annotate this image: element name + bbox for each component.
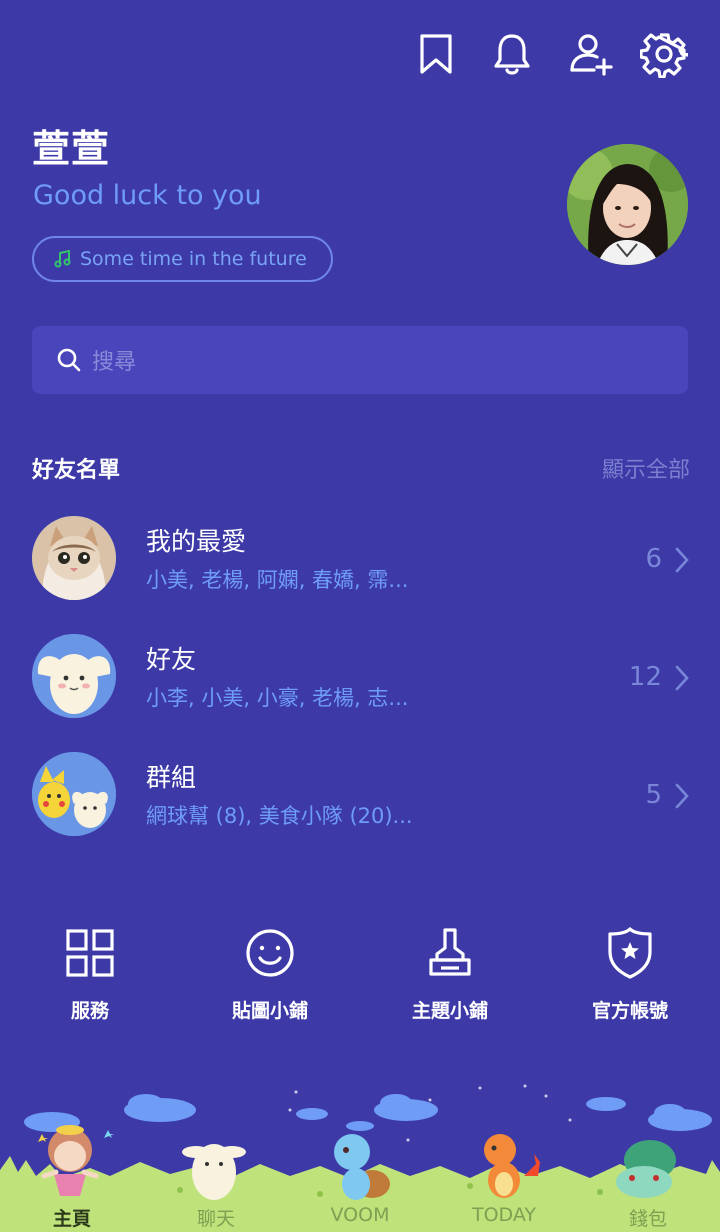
gear-icon[interactable]	[639, 30, 690, 79]
service-label: 服務	[70, 1000, 109, 1022]
service-label: 貼圖小鋪	[231, 1000, 308, 1022]
tab-voom[interactable]: VOOM	[288, 1204, 432, 1226]
bookmark-icon[interactable]	[412, 30, 460, 78]
service-button-sticker-shop[interactable]: 貼圖小鋪	[180, 926, 360, 1023]
row-count: 12	[628, 662, 662, 692]
friend-group-row-favorites[interactable]: 我的最愛 小美, 老楊, 阿嫻, 春嬌, 霈... 6	[0, 516, 720, 612]
friend-group-row-friends[interactable]: 好友 小李, 小美, 小豪, 老楊, 志... 12	[0, 634, 720, 730]
search-placeholder: 搜尋	[92, 350, 137, 375]
service-button-theme-shop[interactable]: 主題小鋪	[360, 926, 540, 1023]
music-title: Some time in the future	[80, 248, 307, 270]
friends-thumbnail	[32, 634, 116, 718]
row-subtitle: 小美, 老楊, 阿嫻, 春嬌, 霈...	[146, 568, 409, 592]
tab-wallet[interactable]: 錢包	[576, 1204, 720, 1231]
grid-icon	[66, 929, 114, 977]
favorites-thumbnail	[32, 516, 116, 600]
smile-icon	[246, 929, 294, 977]
music-note-icon	[54, 250, 71, 268]
status-message[interactable]: Good luck to you	[33, 180, 262, 211]
tab-today[interactable]: TODAY	[432, 1204, 576, 1226]
brush-icon	[429, 928, 471, 976]
search-icon	[57, 348, 81, 372]
friends-list-header: 好友名單	[32, 458, 121, 483]
search-input[interactable]: 搜尋	[32, 326, 688, 394]
tab-chat[interactable]: 聊天	[144, 1204, 288, 1231]
profile-name[interactable]: 萱萱	[32, 118, 110, 173]
row-title: 我的最愛	[146, 527, 247, 556]
row-title: 好友	[146, 645, 197, 674]
chevron-right-icon	[675, 783, 689, 809]
tab-home[interactable]: 主頁	[0, 1204, 144, 1231]
show-all-link[interactable]: 顯示全部	[602, 452, 690, 484]
service-label: 官方帳號	[591, 1000, 668, 1022]
bell-icon[interactable]	[488, 30, 536, 78]
music-pill[interactable]: Some time in the future	[32, 236, 333, 282]
row-count: 5	[645, 780, 662, 810]
service-button-services[interactable]: 服務	[0, 926, 180, 1023]
service-label: 主題小鋪	[411, 1000, 488, 1022]
avatar[interactable]	[567, 144, 688, 265]
friend-group-row-groups[interactable]: 群組 網球幫 (8), 美食小隊 (20)... 5	[0, 752, 720, 848]
row-subtitle: 小李, 小美, 小豪, 老楊, 志...	[146, 686, 409, 710]
row-subtitle: 網球幫 (8), 美食小隊 (20)...	[146, 804, 413, 828]
service-button-official-accounts[interactable]: 官方帳號	[540, 926, 720, 1023]
chevron-right-icon	[675, 547, 689, 573]
row-count: 6	[645, 544, 662, 574]
shield-star-icon	[608, 927, 652, 979]
groups-thumbnail	[32, 752, 116, 836]
add-friend-icon[interactable]	[566, 30, 614, 78]
row-title: 群組	[146, 763, 197, 792]
chevron-right-icon	[675, 665, 689, 691]
